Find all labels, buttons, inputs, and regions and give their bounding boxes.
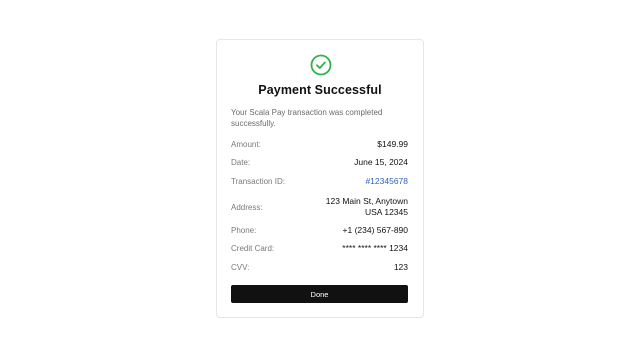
- detail-row-date: Date: June 15, 2024: [231, 157, 408, 167]
- dialog-message: Your Scala Pay transaction was completed…: [231, 108, 383, 128]
- phone-value: +1 (234) 567-890: [342, 225, 408, 235]
- cvv-label: CVV:: [231, 262, 250, 272]
- credit-card-label: Credit Card:: [231, 243, 275, 253]
- amount-value: $149.99: [377, 139, 408, 149]
- transaction-id-label: Transaction ID:: [231, 176, 285, 186]
- transaction-id-link[interactable]: #12345678: [365, 176, 408, 186]
- check-circle-icon: [310, 54, 332, 76]
- address-value: 123 Main St, Anytown USA 12345: [325, 196, 408, 217]
- address-label: Address:: [231, 202, 263, 212]
- dialog-title: Payment Successful: [258, 83, 382, 97]
- date-label: Date:: [231, 157, 251, 167]
- amount-label: Amount:: [231, 139, 261, 149]
- detail-row-address: Address: 123 Main St, Anytown USA 12345: [231, 196, 408, 218]
- detail-row-credit-card: Credit Card: **** **** **** 1234: [231, 243, 408, 253]
- done-button[interactable]: Done: [231, 285, 408, 303]
- cvv-value: 123: [393, 262, 408, 272]
- detail-row-cvv: CVV: 123: [231, 262, 408, 272]
- detail-row-phone: Phone: +1 (234) 567-890: [231, 225, 408, 235]
- detail-row-transaction-id: Transaction ID: #12345678: [231, 176, 408, 186]
- phone-label: Phone:: [231, 225, 257, 235]
- payment-success-card: Payment Successful Your Scala Pay transa…: [216, 39, 424, 318]
- date-value: June 15, 2024: [354, 157, 408, 167]
- detail-row-amount: Amount: $149.99: [231, 139, 408, 149]
- credit-card-value: **** **** **** 1234: [342, 243, 408, 253]
